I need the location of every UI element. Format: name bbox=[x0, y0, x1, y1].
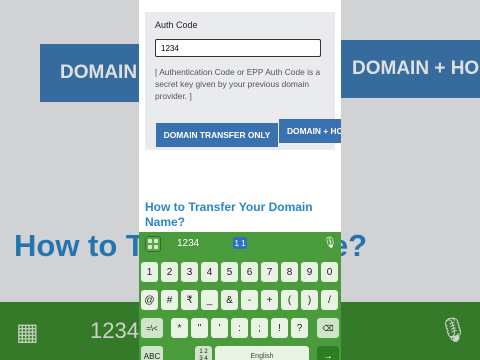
domain-transfer-only-button[interactable]: DOMAIN TRANSFER ONLY bbox=[156, 123, 278, 147]
space-bar[interactable]: English bbox=[215, 346, 309, 360]
key-semicolon[interactable]: ; bbox=[251, 318, 268, 338]
key-0[interactable]: 0 bbox=[321, 262, 338, 282]
domain-home-button[interactable]: DOMAIN + HO bbox=[279, 119, 341, 143]
key-abc[interactable]: ABC bbox=[141, 346, 163, 360]
key-6[interactable]: 6 bbox=[241, 262, 258, 282]
key-ampersand[interactable]: & bbox=[221, 290, 238, 310]
auth-code-input[interactable]: 1234 bbox=[155, 39, 321, 57]
key-4[interactable]: 4 bbox=[201, 262, 218, 282]
keyboard: 1234 1 1 🎙 1 2 3 4 5 6 7 8 9 0 @ # ₹ _ &… bbox=[139, 232, 341, 360]
auth-code-hint: [ Authentication Code or EPP Auth Code i… bbox=[155, 67, 321, 101]
key-1[interactable]: 1 bbox=[141, 262, 158, 282]
key-5[interactable]: 5 bbox=[221, 262, 238, 282]
key-at[interactable]: @ bbox=[141, 290, 158, 310]
key-more-symbols[interactable]: =\< bbox=[141, 318, 163, 338]
apps-grid-icon[interactable] bbox=[145, 236, 161, 252]
backspace-icon[interactable]: ⌫ bbox=[317, 318, 339, 338]
key-7[interactable]: 7 bbox=[261, 262, 278, 282]
key-minus[interactable]: - bbox=[241, 290, 258, 310]
key-open-paren[interactable]: ( bbox=[281, 290, 298, 310]
key-slash[interactable]: / bbox=[321, 290, 338, 310]
key-hash[interactable]: # bbox=[161, 290, 178, 310]
key-2[interactable]: 2 bbox=[161, 262, 178, 282]
key-asterisk[interactable]: * bbox=[171, 318, 188, 338]
key-number-pad[interactable]: 1 2 3 4 bbox=[195, 346, 212, 360]
mic-icon[interactable]: 🎙 bbox=[323, 236, 337, 249]
key-8[interactable]: 8 bbox=[281, 262, 298, 282]
enter-key-icon[interactable]: → bbox=[317, 346, 339, 360]
section-title: How to Transfer Your Domain Name? bbox=[145, 200, 313, 229]
key-plus[interactable]: + bbox=[261, 290, 278, 310]
suggestion-badge[interactable]: 1 1 bbox=[233, 237, 247, 249]
auth-code-label: Auth Code bbox=[155, 20, 198, 30]
key-3[interactable]: 3 bbox=[181, 262, 198, 282]
key-rupee[interactable]: ₹ bbox=[181, 290, 198, 310]
key-underscore[interactable]: _ bbox=[201, 290, 218, 310]
typed-text: 1234 bbox=[177, 238, 200, 249]
key-9[interactable]: 9 bbox=[301, 262, 318, 282]
key-question[interactable]: ? bbox=[291, 318, 308, 338]
key-single-quote[interactable]: ' bbox=[211, 318, 228, 338]
key-double-quote[interactable]: " bbox=[191, 318, 208, 338]
key-colon[interactable]: : bbox=[231, 318, 248, 338]
phone-screen: Auth Code 1234 [ Authentication Code or … bbox=[139, 0, 341, 360]
keyboard-toolbar: 1234 1 1 🎙 bbox=[139, 232, 341, 256]
key-exclamation[interactable]: ! bbox=[271, 318, 288, 338]
key-close-paren[interactable]: ) bbox=[301, 290, 318, 310]
